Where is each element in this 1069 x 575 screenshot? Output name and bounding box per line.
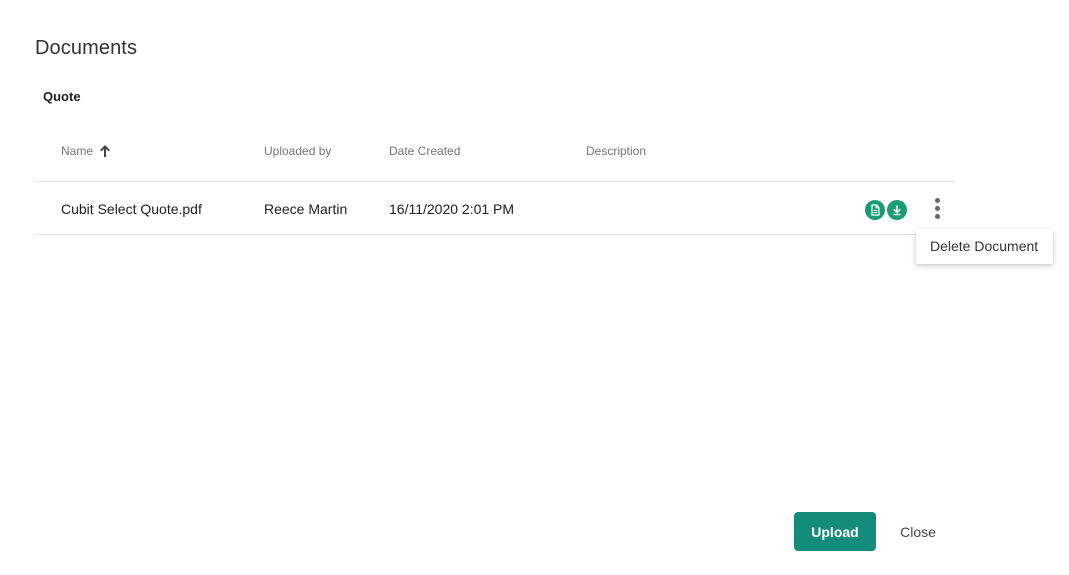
view-document-button[interactable] [865, 200, 885, 220]
arrow-up-icon [100, 145, 111, 157]
upload-button[interactable]: Upload [794, 512, 876, 551]
cell-date-created: 16/11/2020 2:01 PM [389, 201, 515, 217]
cell-name: Cubit Select Quote.pdf [61, 201, 202, 217]
column-header-name[interactable]: Name [61, 144, 111, 158]
row-context-menu: Delete Document [916, 229, 1053, 264]
table-row: Cubit Select Quote.pdf Reece Martin 16/1… [35, 182, 955, 235]
dialog-title: Documents [35, 37, 138, 59]
documents-dialog: Documents Quote Name Uploaded by Date Cr… [0, 0, 1069, 575]
column-header-uploaded-by[interactable]: Uploaded by [264, 144, 331, 158]
table-header: Name Uploaded by Date Created Descriptio… [35, 131, 955, 182]
download-button[interactable] [887, 200, 907, 220]
section-title: Quote [43, 89, 81, 104]
documents-table: Name Uploaded by Date Created Descriptio… [35, 131, 955, 235]
delete-document-menu-item[interactable]: Delete Document [930, 238, 1038, 254]
download-icon [893, 205, 901, 216]
column-header-description[interactable]: Description [586, 144, 646, 158]
cell-uploaded-by: Reece Martin [264, 201, 348, 217]
column-header-date-created[interactable]: Date Created [389, 144, 460, 158]
column-header-name-label: Name [61, 144, 94, 158]
document-icon [871, 204, 880, 216]
more-vertical-icon[interactable] [930, 195, 944, 221]
close-button[interactable]: Close [888, 512, 948, 551]
